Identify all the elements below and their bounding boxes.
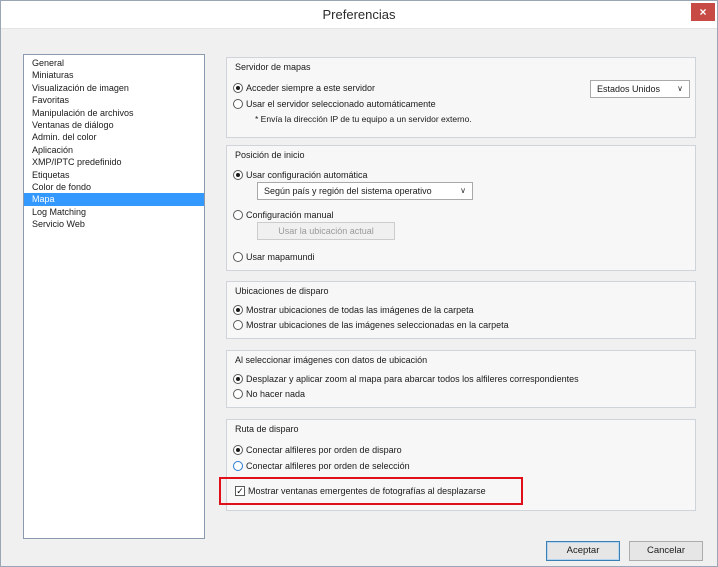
radio-label: Usar mapamundi	[246, 252, 315, 262]
sidebar-item[interactable]: Favoritas	[24, 94, 204, 106]
radio-pan-zoom[interactable]: Desplazar y aplicar zoom al mapa para ab…	[233, 373, 579, 385]
radio-icon	[233, 374, 243, 384]
radio-auto-server[interactable]: Usar el servidor seleccionado automática…	[233, 98, 436, 110]
radio-auto-config[interactable]: Usar configuración automática	[233, 169, 368, 181]
radio-manual-config[interactable]: Configuración manual	[233, 209, 334, 221]
radio-icon	[233, 389, 243, 399]
cancel-button-label: Cancelar	[646, 545, 686, 556]
sidebar-item[interactable]: Etiquetas	[24, 169, 204, 181]
radio-label: Usar configuración automática	[246, 170, 368, 180]
sidebar-item[interactable]: Color de fondo	[24, 181, 204, 193]
close-icon: ×	[699, 5, 707, 19]
server-note: * Envía la dirección IP de tu equipo a u…	[255, 114, 472, 124]
location-select-group: Al seleccionar imágenes con datos de ubi…	[226, 350, 696, 408]
ok-button[interactable]: Aceptar	[546, 541, 620, 561]
shot-locations-group: Ubicaciones de disparo Mostrar ubicacion…	[226, 281, 696, 339]
cancel-button[interactable]: Cancelar	[629, 541, 703, 561]
chevron-down-icon: ∨	[460, 186, 466, 195]
sidebar-item[interactable]: Servicio Web	[24, 218, 204, 230]
sidebar-item[interactable]: XMP/IPTC predefinido	[24, 156, 204, 168]
server-select-value: Estados Unidos	[597, 84, 661, 94]
group-title: Posición de inicio	[235, 150, 305, 160]
radio-all-images[interactable]: Mostrar ubicaciones de todas las imágene…	[233, 304, 474, 316]
radio-connect-by-selection[interactable]: Conectar alfileres por orden de selecció…	[233, 460, 410, 472]
group-title: Ubicaciones de disparo	[235, 286, 329, 296]
radio-label: Acceder siempre a este servidor	[246, 83, 376, 93]
sidebar-item[interactable]: Admin. del color	[24, 131, 204, 143]
sidebar-item[interactable]: Visualización de imagen	[24, 82, 204, 94]
radio-icon	[233, 461, 243, 471]
radio-icon	[233, 320, 243, 330]
radio-label: Usar el servidor seleccionado automática…	[246, 99, 436, 109]
highlight-box	[219, 477, 523, 505]
chevron-down-icon: ∨	[677, 84, 683, 93]
radio-label: Desplazar y aplicar zoom al mapa para ab…	[246, 374, 579, 384]
radio-icon	[233, 83, 243, 93]
ok-button-label: Aceptar	[566, 545, 600, 556]
radio-label: No hacer nada	[246, 389, 306, 399]
radio-label: Configuración manual	[246, 210, 334, 220]
radio-icon	[233, 252, 243, 262]
radio-world-map[interactable]: Usar mapamundi	[233, 251, 315, 263]
start-auto-select[interactable]: Según país y región del sistema operativ…	[257, 182, 473, 200]
radio-label: Mostrar ubicaciones de todas las imágene…	[246, 305, 474, 315]
sidebar-item[interactable]: Log Matching	[24, 206, 204, 218]
sidebar-item[interactable]: Mapa	[24, 193, 204, 206]
start-position-group: Posición de inicio Usar configuración au…	[226, 145, 696, 271]
preferences-window: Preferencias × General Miniaturas Visualiz…	[0, 0, 718, 567]
radio-icon	[233, 170, 243, 180]
group-title: Servidor de mapas	[235, 62, 311, 72]
use-current-location-button[interactable]: Usar la ubicación actual	[257, 222, 395, 240]
sidebar-item[interactable]: Ventanas de diálogo	[24, 119, 204, 131]
radio-label: Conectar alfileres por orden de disparo	[246, 445, 402, 455]
sidebar-item[interactable]: General	[24, 57, 204, 69]
radio-icon	[233, 445, 243, 455]
window-title: Preferencias	[322, 7, 396, 22]
radio-label: Conectar alfileres por orden de selecció…	[246, 461, 410, 471]
radio-selected-images[interactable]: Mostrar ubicaciones de las imágenes sele…	[233, 319, 509, 331]
category-list[interactable]: General Miniaturas Visualización de imagen…	[23, 54, 205, 539]
group-title: Al seleccionar imágenes con datos de ubi…	[235, 355, 428, 365]
group-title: Ruta de disparo	[235, 424, 299, 434]
server-select[interactable]: Estados Unidos ∨	[590, 80, 690, 98]
radio-always-server[interactable]: Acceder siempre a este servidor	[233, 82, 375, 94]
sidebar-item[interactable]: Aplicación	[24, 144, 204, 156]
radio-label: Mostrar ubicaciones de las imágenes sele…	[246, 320, 509, 330]
radio-connect-by-shot[interactable]: Conectar alfileres por orden de disparo	[233, 444, 402, 456]
radio-icon	[233, 210, 243, 220]
close-button[interactable]: ×	[691, 3, 715, 21]
radio-do-nothing[interactable]: No hacer nada	[233, 388, 305, 400]
start-auto-select-value: Según país y región del sistema operativ…	[264, 186, 432, 196]
radio-icon	[233, 99, 243, 109]
title-bar: Preferencias ×	[1, 1, 717, 29]
sidebar-item[interactable]: Manipulación de archivos	[24, 107, 204, 119]
map-server-group: Servidor de mapas Acceder siempre a este…	[226, 57, 696, 138]
radio-icon	[233, 305, 243, 315]
sidebar-item[interactable]: Miniaturas	[24, 69, 204, 81]
